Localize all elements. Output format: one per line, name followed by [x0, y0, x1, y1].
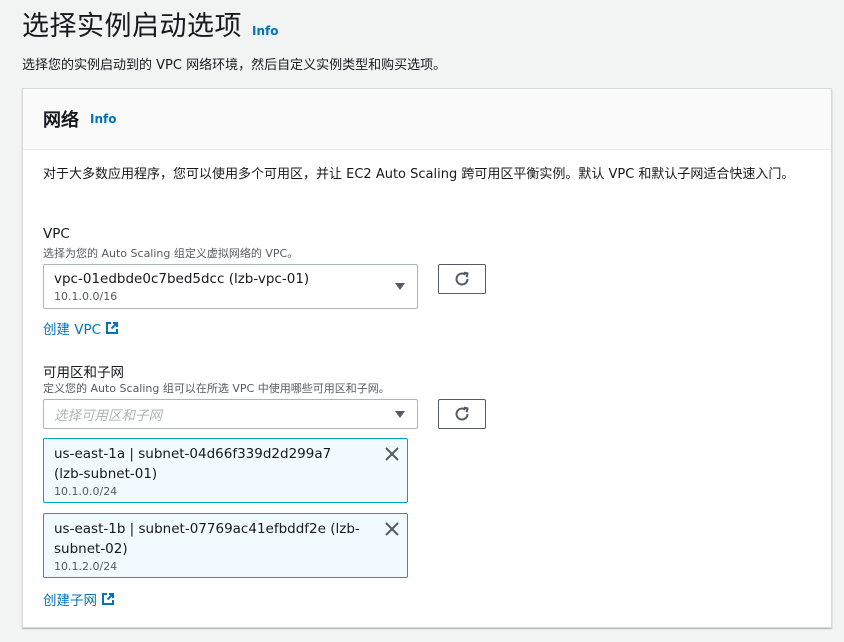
vpc-description: 选择为您的 Auto Scaling 组定义虚拟网络的 VPC。 [43, 247, 299, 260]
external-link-icon [106, 322, 119, 334]
subnets-refresh-button[interactable] [438, 399, 486, 429]
subnets-placeholder: 选择可用区和子网 [54, 408, 162, 424]
subnets-select[interactable]: 选择可用区和子网 [43, 399, 418, 429]
network-panel-header: 网络 Info [23, 89, 831, 150]
vpc-refresh-button[interactable] [438, 264, 486, 294]
subnet-token-name: us-east-1b | subnet-07769ac41efbddf2e (l… [54, 521, 360, 557]
subnet-token-cidr: 10.1.2.0/24 [54, 560, 118, 573]
network-panel: 网络 Info 对于大多数应用程序，您可以使用多个可用区，并让 EC2 Auto… [22, 88, 832, 628]
page-header: 选择实例启动选项 Info [22, 4, 278, 43]
network-panel-body: 对于大多数应用程序，您可以使用多个可用区，并让 EC2 Auto Scaling… [23, 150, 831, 642]
page-description: 选择您的实例启动到的 VPC 网络环境，然后自定义实例类型和购买选项。 [22, 58, 447, 73]
create-vpc-link[interactable]: 创建 VPC [43, 318, 119, 338]
refresh-icon [455, 406, 469, 421]
network-info-link[interactable]: Info [90, 112, 116, 126]
network-panel-title: 网络 [43, 110, 79, 131]
page-info-link[interactable]: Info [252, 24, 278, 38]
subnet-token-cidr: 10.1.0.0/24 [54, 485, 118, 498]
close-icon[interactable] [384, 446, 400, 462]
vpc-select[interactable]: vpc-01edbde0c7bed5dcc (lzb-vpc-01) 10.1.… [43, 264, 418, 309]
subnets-label: 可用区和子网 [43, 365, 124, 381]
subnet-token: us-east-1b | subnet-07769ac41efbddf2e (l… [43, 513, 408, 578]
create-subnet-link-label: 创建子网 [43, 593, 97, 609]
page-title: 选择实例启动选项 [22, 11, 242, 42]
vpc-selected-value: vpc-01edbde0c7bed5dcc (lzb-vpc-01) [54, 271, 310, 287]
refresh-icon [455, 271, 469, 286]
create-subnet-link[interactable]: 创建子网 [43, 589, 115, 609]
network-intro: 对于大多数应用程序，您可以使用多个可用区，并让 EC2 Auto Scaling… [43, 167, 795, 182]
subnet-token-name: us-east-1a | subnet-04d66f339d2d299a7 (l… [54, 446, 332, 482]
external-link-icon [102, 593, 114, 605]
subnets-description: 定义您的 Auto Scaling 组可以在所选 VPC 中使用哪些可用区和子网… [43, 382, 390, 395]
caret-down-icon [395, 283, 405, 290]
close-icon[interactable] [384, 521, 400, 537]
create-vpc-link-label: 创建 VPC [43, 322, 102, 338]
vpc-label: VPC [43, 226, 70, 242]
vpc-cidr: 10.1.0.0/16 [54, 290, 118, 303]
subnet-token: us-east-1a | subnet-04d66f339d2d299a7 (l… [43, 438, 408, 503]
caret-down-icon [395, 411, 405, 418]
